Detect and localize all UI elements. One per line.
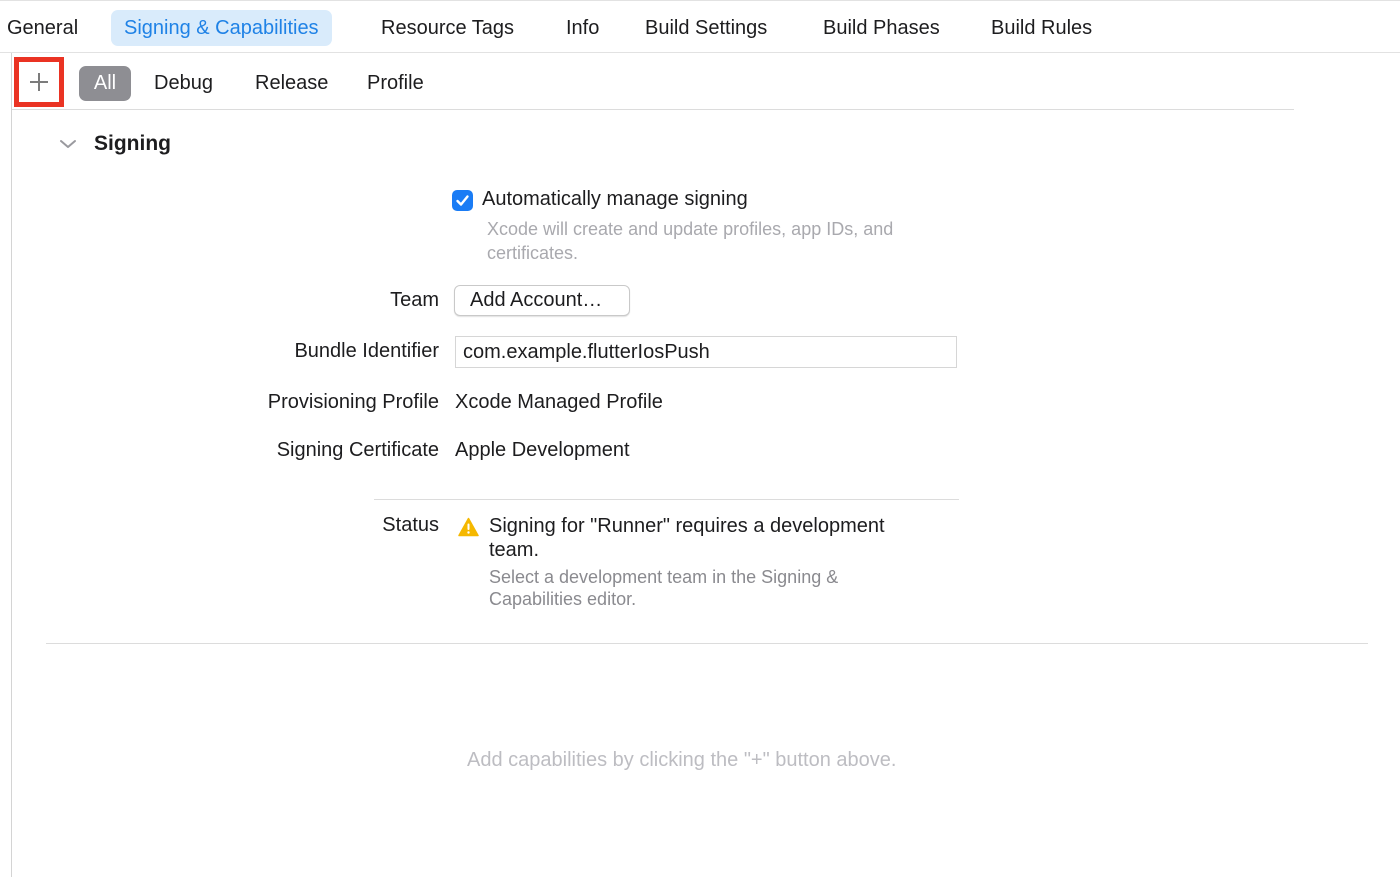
warning-icon (458, 517, 479, 537)
auto-manage-hint-line: certificates. (487, 243, 579, 263)
status-label: Status (382, 514, 439, 536)
checkmark-icon (456, 195, 469, 206)
provisioning-profile-value: Xcode Managed Profile (455, 391, 663, 413)
status-detail-line: Select a development team in the Signing… (489, 567, 839, 587)
team-label: Team (390, 289, 439, 311)
tab-build-phases[interactable]: Build Phases (823, 10, 940, 46)
status-message: Signing for "Runner" requires a developm… (489, 514, 959, 562)
add-capability-button[interactable] (14, 57, 64, 107)
signing-certificate-value: Apple Development (455, 439, 630, 461)
bundle-identifier-label: Bundle Identifier (294, 340, 439, 362)
chevron-down-icon[interactable] (59, 137, 77, 151)
status-divider (374, 499, 959, 500)
status-message-line: team. (489, 539, 540, 561)
auto-manage-signing-checkbox[interactable] (452, 190, 473, 211)
auto-manage-hint-line: Xcode will create and update profiles, a… (487, 219, 894, 239)
status-detail-line: Capabilities editor. (489, 589, 637, 609)
tab-resource-tags[interactable]: Resource Tags (381, 10, 514, 46)
tab-info[interactable]: Info (566, 10, 599, 46)
auto-manage-hint: Xcode will create and update profiles, a… (487, 217, 893, 265)
tab-signing-capabilities[interactable]: Signing & Capabilities (111, 10, 332, 46)
bundle-identifier-field[interactable]: com.example.flutterIosPush (455, 336, 957, 368)
auto-manage-signing-label: Automatically manage signing (482, 188, 748, 210)
tab-build-settings[interactable]: Build Settings (645, 10, 767, 46)
status-detail: Select a development team in the Signing… (489, 566, 949, 610)
capabilities-empty-hint: Add capabilities by clicking the "+" but… (467, 749, 897, 771)
filter-release[interactable]: Release (255, 66, 328, 101)
filter-profile[interactable]: Profile (367, 66, 424, 101)
tab-build-rules[interactable]: Build Rules (991, 10, 1092, 46)
provisioning-profile-label: Provisioning Profile (267, 391, 439, 413)
status-message-line: Signing for "Runner" requires a developm… (489, 515, 885, 537)
filter-debug[interactable]: Debug (154, 66, 213, 101)
filter-all[interactable]: All (79, 66, 131, 101)
tab-general[interactable]: General (7, 10, 78, 46)
signing-certificate-label: Signing Certificate (276, 439, 439, 461)
editor-left-border (11, 53, 12, 877)
section-title-signing: Signing (94, 132, 171, 155)
toolbar-divider (12, 109, 1294, 110)
section-divider (46, 643, 1368, 644)
add-account-button[interactable]: Add Account… (454, 285, 630, 316)
editor-tab-bar: General Signing & Capabilities Resource … (0, 0, 1400, 53)
